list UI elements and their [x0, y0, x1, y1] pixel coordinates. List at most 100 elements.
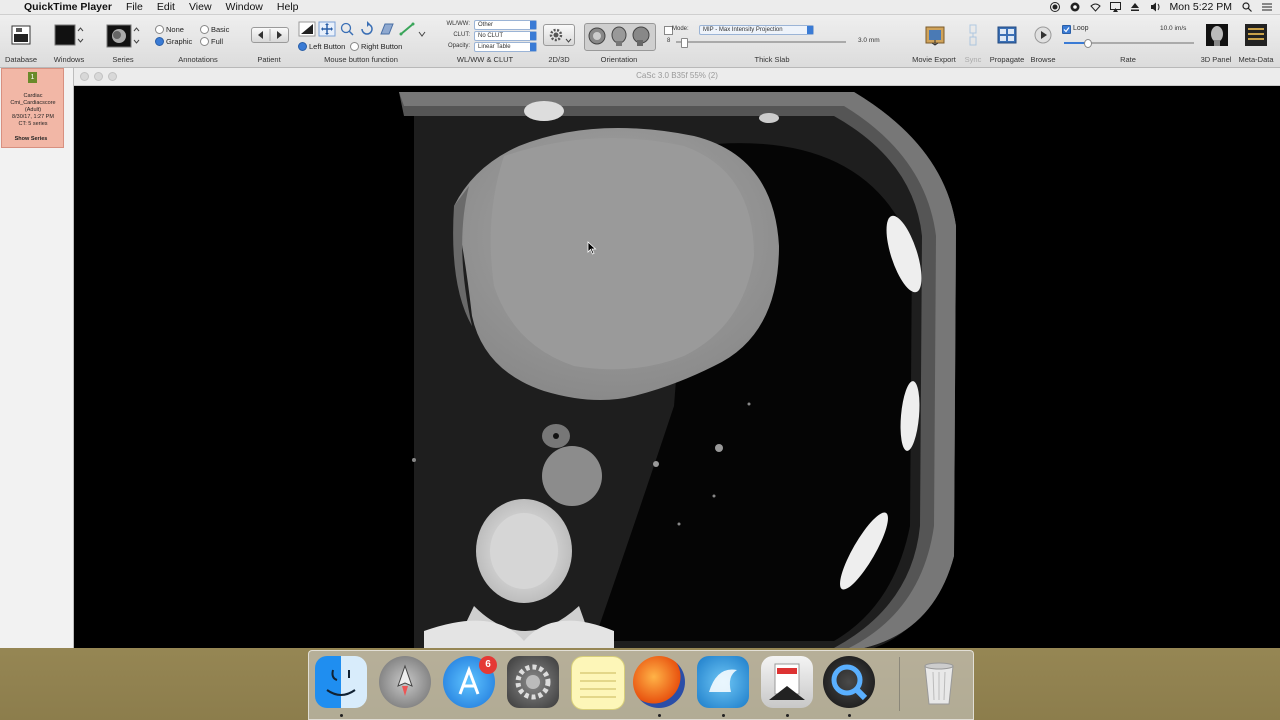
browse-label: Browse: [1030, 55, 1056, 64]
database-label: Database: [4, 55, 38, 64]
loop-label: Loop: [1073, 25, 1089, 32]
menu-window[interactable]: Window: [226, 1, 263, 13]
opacity-select[interactable]: Linear Table: [474, 42, 537, 52]
notes-icon[interactable]: [571, 656, 625, 710]
sagittal-orientation-icon[interactable]: [631, 26, 651, 46]
wlww-select[interactable]: Other: [474, 20, 537, 30]
menu-help[interactable]: Help: [277, 1, 299, 13]
pdf-tool-running-indicator: [786, 714, 789, 717]
loop-checkbox[interactable]: [1062, 25, 1071, 34]
clut-select[interactable]: No CLUT: [474, 31, 537, 41]
next-patient-button[interactable]: [269, 27, 287, 41]
series-line: Cardiac: [23, 93, 43, 99]
series-line: 8/30/17, 1:27 PM: [12, 114, 54, 120]
dock: 6: [308, 650, 974, 720]
twod-threed-label: 2D/3D: [548, 55, 570, 64]
launchpad-icon[interactable]: [379, 656, 431, 708]
meta-data-label: Meta-Data: [1238, 55, 1274, 64]
sync-icon[interactable]: [965, 24, 981, 46]
dock-separator: [899, 657, 900, 711]
ct-slice-image: [74, 86, 1280, 648]
rate-label: Rate: [1120, 55, 1136, 64]
play-browse-icon[interactable]: [1034, 26, 1052, 44]
more-tools-chevron-down-icon[interactable]: [418, 25, 426, 37]
image-viewer[interactable]: [74, 86, 1280, 648]
wifi-icon[interactable]: [1089, 2, 1101, 12]
mode-label: Mode:: [672, 26, 689, 32]
menu-app-name[interactable]: QuickTime Player: [24, 1, 112, 13]
spotlight-search-icon[interactable]: [1242, 2, 1252, 12]
rate-slider[interactable]: [1064, 39, 1194, 48]
pan-tool-icon[interactable]: [318, 21, 336, 37]
left-button-radio[interactable]: Left Button: [298, 42, 345, 51]
orientation-label: Orientation: [600, 55, 638, 64]
osirix-running-indicator: [722, 714, 725, 717]
database-icon[interactable]: [10, 24, 32, 46]
rate-value: 10.0 im/s: [1160, 25, 1187, 32]
sync-label: Sync: [964, 55, 982, 64]
windows-tiling-icon[interactable]: [54, 24, 84, 46]
propagate-icon[interactable]: [997, 26, 1017, 44]
mouse-button-function-label: Mouse button function: [324, 55, 398, 64]
menu-clock[interactable]: Mon 5:22 PM: [1170, 1, 1232, 13]
menu-view[interactable]: View: [189, 1, 212, 13]
slab-mode-select[interactable]: MIP - Max Intensity Projection: [699, 25, 814, 35]
notification-center-icon[interactable]: [1262, 2, 1272, 12]
quicktime-icon[interactable]: [823, 656, 875, 708]
minimize-window-button[interactable]: [94, 72, 103, 81]
opacity-label: Opacity:: [447, 43, 470, 49]
finder-icon[interactable]: [315, 656, 367, 708]
orientation-segmented-control: [584, 23, 656, 51]
windows-label: Windows: [53, 55, 85, 64]
rate-slider-thumb[interactable]: [1084, 39, 1092, 48]
series-line: Cmi_Cardiacscore: [10, 100, 56, 106]
menu-edit[interactable]: Edit: [157, 1, 175, 13]
previous-patient-button[interactable]: [251, 27, 269, 41]
zoom-window-button[interactable]: [108, 72, 117, 81]
record-icon[interactable]: [1049, 2, 1060, 12]
zoom-tool-icon[interactable]: [338, 21, 356, 37]
trash-icon[interactable]: [913, 656, 965, 708]
eject-icon[interactable]: [1130, 2, 1140, 12]
slab-slider-thumb[interactable]: [681, 38, 688, 48]
app-store-badge: 6: [479, 656, 497, 674]
panel-3d-label: 3D Panel: [1200, 55, 1232, 64]
scroll-stack-tool-icon[interactable]: [378, 21, 396, 37]
airplay-icon[interactable]: [1109, 2, 1121, 12]
wlww-label: WL/WW:: [446, 21, 470, 27]
measure-tool-icon[interactable]: [398, 21, 416, 37]
status-area: Mon 5:22 PM: [1049, 0, 1272, 14]
viewer-title: CaSc 3.0 B35f 55% (2): [636, 71, 718, 80]
osirix-icon[interactable]: [697, 656, 749, 708]
right-button-radio[interactable]: Right Button: [350, 42, 402, 51]
slab-thickness-slider[interactable]: [676, 38, 846, 48]
annotations-full-radio[interactable]: Full: [200, 37, 223, 46]
annotations-graphic-radio[interactable]: Graphic: [155, 37, 192, 46]
menu-bar: QuickTime Player File Edit View Window H…: [0, 0, 1280, 15]
coronal-orientation-icon[interactable]: [609, 26, 629, 46]
finder-running-indicator: [340, 714, 343, 717]
wl-tool-icon[interactable]: [298, 21, 316, 37]
firefox-running-indicator: [658, 714, 661, 717]
pdf-tool-icon[interactable]: [761, 656, 813, 708]
meta-data-icon[interactable]: [1245, 24, 1267, 46]
show-series-button[interactable]: Show Series: [1, 136, 61, 142]
volume-icon[interactable]: [1150, 2, 1160, 12]
series-thumbnail-icon[interactable]: [106, 24, 140, 48]
chevron-down-icon: [565, 31, 572, 43]
firefox-icon[interactable]: [633, 656, 685, 708]
movie-export-icon[interactable]: [925, 24, 945, 46]
rotate-tool-icon[interactable]: [358, 21, 376, 37]
panel-3d-icon[interactable]: [1206, 24, 1228, 46]
annotations-none-radio[interactable]: None: [155, 25, 184, 34]
screen-share-icon[interactable]: [1070, 2, 1080, 12]
axial-orientation-icon[interactable]: [587, 26, 607, 46]
close-window-button[interactable]: [80, 72, 89, 81]
system-preferences-icon[interactable]: [507, 656, 559, 708]
render-mode-button[interactable]: [543, 24, 575, 46]
menu-file[interactable]: File: [126, 1, 143, 13]
annotations-basic-radio[interactable]: Basic: [200, 25, 229, 34]
series-number-badge: 1: [28, 72, 37, 83]
series-info: Cardiac Cmi_Cardiacscore (Adult) 8/30/17…: [3, 93, 63, 128]
wl-ww-clut-label: WL/WW & CLUT: [456, 55, 514, 64]
